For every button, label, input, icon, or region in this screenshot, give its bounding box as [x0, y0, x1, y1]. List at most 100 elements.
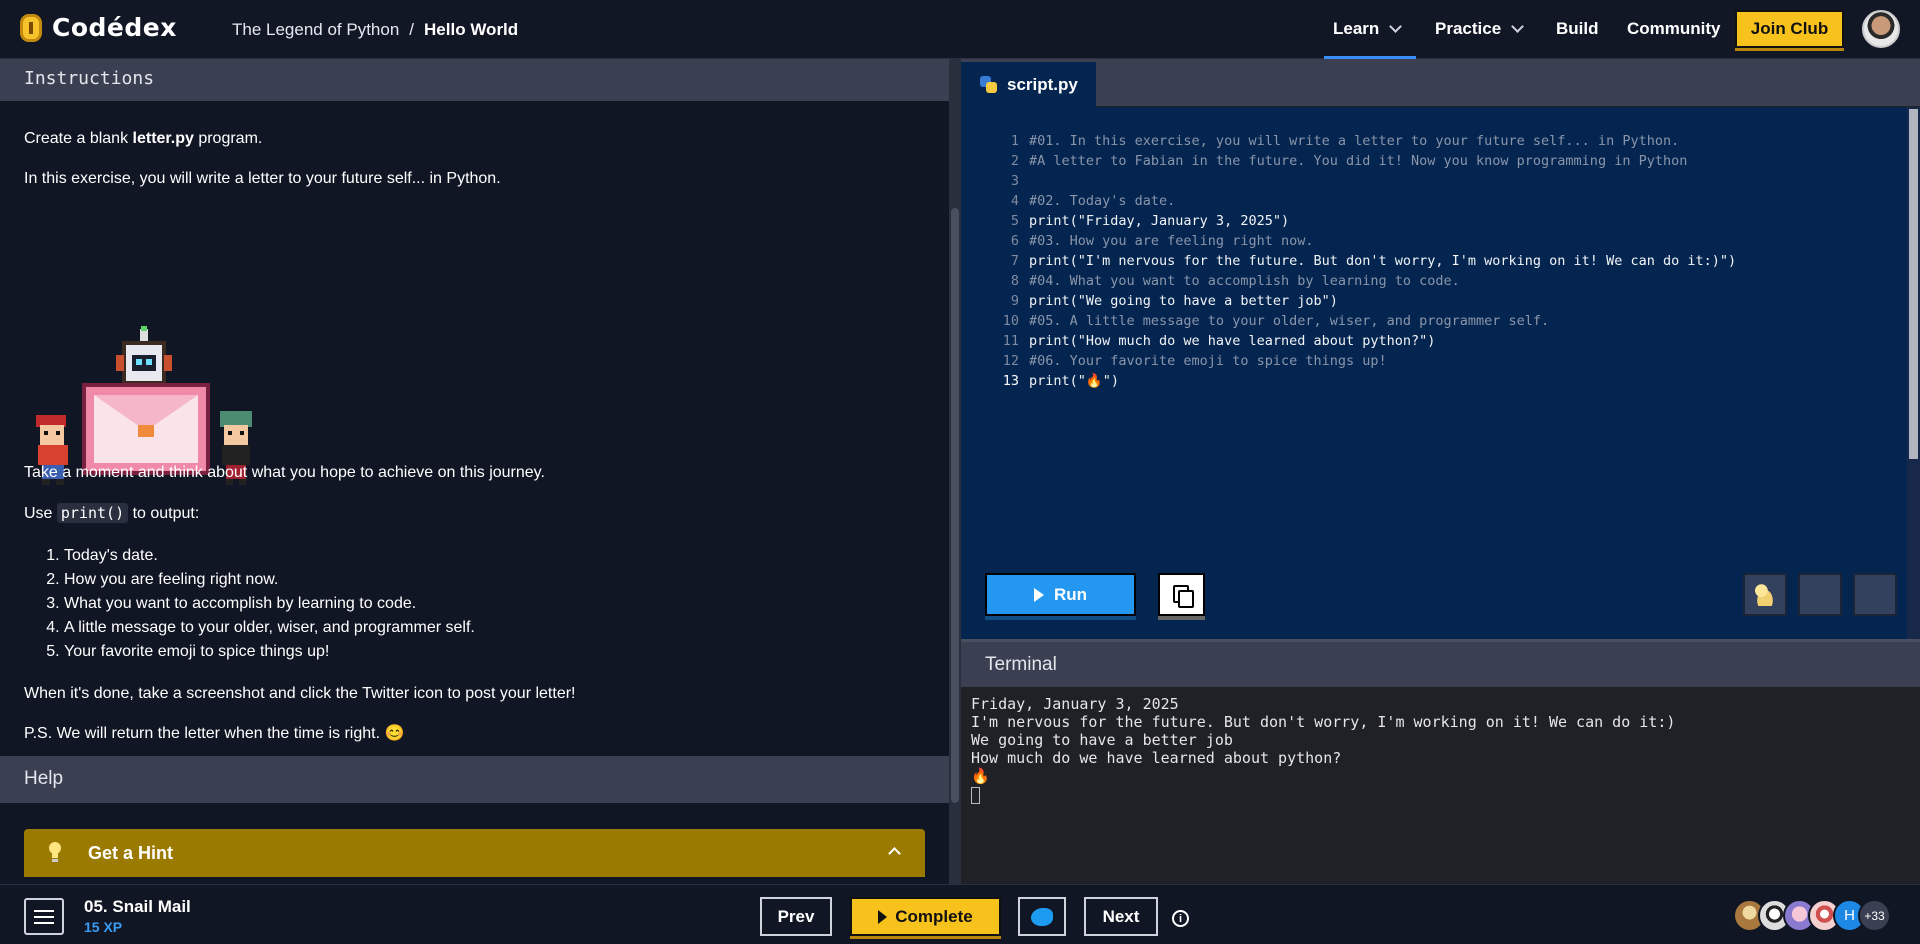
logo[interactable]: Codédex — [20, 13, 177, 42]
list-item: Today's date. — [64, 544, 924, 568]
copy-icon — [1172, 584, 1194, 608]
breadcrumb-course[interactable]: The Legend of Python — [232, 20, 399, 40]
terminal-output[interactable]: Friday, January 3, 2025 I'm nervous for … — [961, 687, 1920, 884]
nav-practice[interactable]: Practice — [1435, 19, 1525, 39]
code-line[interactable]: 4 #02. Today's date. — [991, 191, 1736, 211]
terminal-line: 🔥 — [971, 767, 990, 785]
code-statement: print("I'm nervous for the future. But d… — [1029, 253, 1737, 269]
copy-button[interactable] — [1158, 573, 1205, 616]
code-line[interactable]: 9 print("We going to have a better job") — [991, 291, 1736, 311]
next-button[interactable]: Next — [1084, 897, 1158, 936]
play-icon — [878, 909, 888, 924]
lesson-menu-button[interactable] — [24, 898, 64, 935]
editor-tool-button[interactable] — [1798, 573, 1842, 616]
breadcrumb-lesson: Hello World — [424, 20, 519, 39]
code-statement: print("🔥") — [1029, 373, 1119, 389]
line-number: 10 — [1002, 313, 1019, 329]
code-line[interactable]: 13 print("🔥") — [991, 371, 1736, 391]
nav-learn[interactable]: Learn — [1333, 19, 1403, 39]
nav-community[interactable]: Community — [1627, 19, 1721, 39]
chevron-up-icon — [888, 847, 901, 860]
code-line[interactable]: 10 #05. A little message to your older, w… — [991, 311, 1736, 331]
bottom-bar: 05. Snail Mail 15 XP Prev Complete Next … — [0, 884, 1920, 944]
code-lines[interactable]: 1 #01. In this exercise, you will write a… — [991, 131, 1736, 391]
instructions-body: Create a blank letter.py program. In thi… — [24, 129, 924, 209]
code-line[interactable]: 8 #04. What you want to accomplish by lea… — [991, 271, 1736, 291]
twitter-icon — [1031, 907, 1053, 926]
text: Create a blank — [24, 130, 133, 147]
code-line[interactable]: 5 print("Friday, January 3, 2025") — [991, 211, 1736, 231]
coin-logo-icon — [20, 13, 42, 42]
line-number: 8 — [1010, 273, 1019, 289]
instruction-paragraph: Take a moment and think about what you h… — [24, 464, 545, 481]
instructions-header: Instructions — [0, 59, 949, 101]
duck-icon — [1753, 583, 1777, 606]
code-statement: print("We going to have a better job") — [1029, 293, 1338, 309]
list-item: How you are feeling right now. — [64, 568, 924, 592]
instruction-paragraph: In this exercise, you will write a lette… — [24, 170, 501, 187]
code-line[interactable]: 7 print("I'm nervous for the future. But … — [991, 251, 1736, 271]
line-number: 3 — [1010, 173, 1019, 189]
code-line[interactable]: 3 — [991, 171, 1736, 191]
complete-button[interactable]: Complete — [850, 897, 1001, 936]
nav-build[interactable]: Build — [1556, 19, 1599, 39]
join-club-button[interactable]: Join Club — [1735, 10, 1844, 48]
run-button[interactable]: Run — [985, 573, 1136, 616]
instructions-panel: Instructions Create a blank letter.py pr… — [0, 59, 949, 884]
editor-tool-button[interactable] — [1853, 573, 1897, 616]
code-comment: #03. How you are feeling right now. — [1029, 233, 1314, 249]
tab-label: script.py — [1007, 74, 1078, 94]
nav-build-label: Build — [1556, 19, 1599, 38]
line-number: 11 — [1002, 333, 1019, 349]
info-icon[interactable]: i — [1172, 910, 1189, 927]
code-line[interactable]: 11 print("How much do we have learned abo… — [991, 331, 1736, 351]
prev-button[interactable]: Prev — [760, 897, 832, 936]
chevron-down-icon — [1511, 20, 1525, 33]
list-item: What you want to accomplish by learning … — [64, 592, 924, 616]
editor-tab-bar: script.py — [961, 59, 1920, 107]
terminal-line: How much do we have learned about python… — [971, 749, 1342, 767]
code-comment: #04. What you want to accomplish by lear… — [1029, 273, 1460, 289]
task-list: Today's date. How you are feeling right … — [24, 544, 924, 664]
code-line[interactable]: 1 #01. In this exercise, you will write a… — [991, 131, 1736, 151]
instruction-paragraph: Create a blank letter.py program. — [24, 129, 924, 149]
help-title: Help — [24, 768, 64, 789]
editor-scroll-thumb[interactable] — [1909, 109, 1918, 459]
code-statement: print("How much do we have learned about… — [1029, 333, 1436, 349]
terminal-line: We going to have a better job — [971, 731, 1233, 749]
instructions-scroll-thumb[interactable] — [951, 208, 959, 803]
profile-avatar[interactable] — [1862, 10, 1900, 48]
line-number: 1 — [1010, 133, 1019, 149]
code-editor[interactable]: script.py 1 #01. In this exercise, you wi… — [961, 59, 1920, 639]
list-item: A little message to your older, wiser, a… — [64, 616, 924, 640]
tab-script-py[interactable]: script.py — [961, 62, 1096, 107]
run-label: Run — [1053, 584, 1088, 604]
code-line[interactable]: 12 #06. Your favorite emoji to spice thin… — [991, 351, 1736, 371]
instruction-paragraph: P.S. We will return the letter when the … — [24, 725, 405, 742]
code-line[interactable]: 2 #A letter to Fabian in the future. You … — [991, 151, 1736, 171]
top-nav: Codédex The Legend of Python / Hello Wor… — [0, 0, 1920, 59]
breadcrumb: The Legend of Python / Hello World — [232, 20, 518, 40]
line-number: 7 — [1010, 253, 1019, 269]
code-line[interactable]: 6 #03. How you are feeling right now. — [991, 231, 1736, 251]
breadcrumb-separator: / — [409, 20, 415, 39]
python-icon — [980, 76, 997, 93]
instructions-title: Instructions — [24, 68, 155, 89]
rubber-duck-button[interactable] — [1743, 573, 1787, 616]
play-icon — [1033, 587, 1044, 602]
line-number: 6 — [1010, 233, 1019, 249]
list-item: Your favorite emoji to spice things up! — [64, 640, 924, 664]
twitter-share-button[interactable] — [1018, 897, 1066, 936]
terminal-header: Terminal — [961, 642, 1920, 687]
chevron-down-icon — [1389, 20, 1403, 33]
lesson-name: 05. Snail Mail — [84, 897, 191, 916]
code-comment: #05. A little message to your older, wis… — [1029, 313, 1550, 329]
get-hint-accordion[interactable]: Get a Hint — [24, 829, 925, 877]
terminal-line: Friday, January 3, 2025 — [971, 695, 1179, 713]
more-learners-count[interactable]: +33 — [1858, 899, 1891, 932]
terminal-cursor — [971, 787, 980, 804]
line-number: 9 — [1010, 293, 1019, 309]
code-comment: #01. In this exercise, you will write a … — [1029, 133, 1680, 149]
terminal-title: Terminal — [985, 654, 1057, 675]
text: to output: — [128, 505, 200, 522]
